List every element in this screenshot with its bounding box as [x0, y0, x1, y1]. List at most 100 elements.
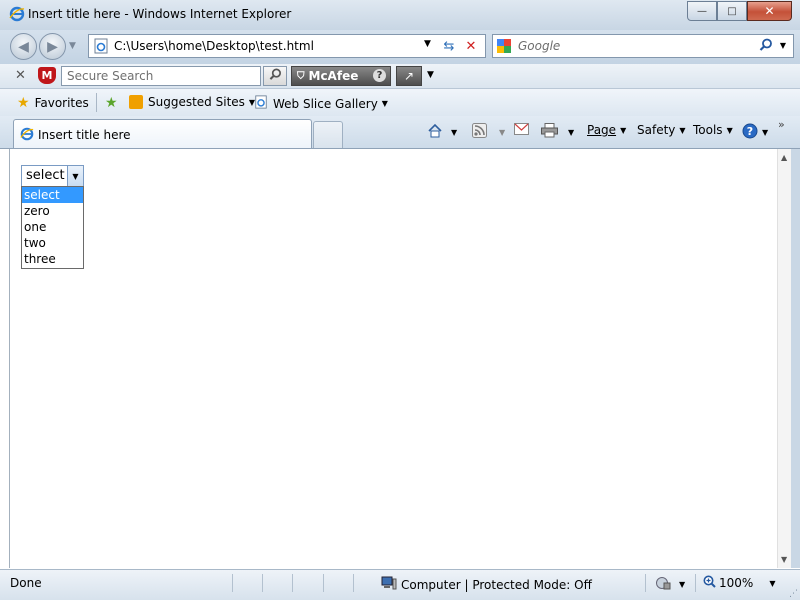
- address-dropdown-icon[interactable]: ▼: [424, 39, 431, 49]
- forward-arrow-icon: ▶: [47, 38, 58, 55]
- favorites-bar: ★ Favorites ★ Suggested Sites ▼ Web Slic…: [0, 89, 800, 116]
- protected-mode-button[interactable]: ▼: [655, 576, 685, 593]
- help-menu[interactable]: ? ▼: [742, 123, 768, 142]
- navigation-bar: ◀ ▶ ▼ C:\Users\home\Desktop\test.html ▼ …: [0, 30, 800, 64]
- chevron-down-icon: ▼: [620, 125, 627, 135]
- status-separator: [323, 574, 324, 592]
- refresh-icon[interactable]: ⇆: [439, 37, 459, 55]
- tab-label: Insert title here: [38, 128, 131, 142]
- favorites-button[interactable]: ★ Favorites: [17, 95, 89, 111]
- secure-search-button[interactable]: [263, 66, 287, 86]
- read-mail-button[interactable]: [514, 123, 529, 138]
- page-content: select ▼ select zero one two three: [9, 149, 778, 568]
- favorites-label: Favorites: [34, 96, 89, 110]
- suggested-sites-label: Suggested Sites: [148, 95, 245, 109]
- option-one[interactable]: one: [22, 219, 83, 235]
- print-button[interactable]: ▼: [541, 123, 574, 141]
- security-zone[interactable]: Computer | Protected Mode: Off: [381, 576, 592, 593]
- secure-search-placeholder: Secure Search: [67, 69, 154, 83]
- chevron-down-icon: ▼: [499, 127, 506, 137]
- page-icon: [93, 38, 109, 57]
- option-three[interactable]: three: [22, 251, 83, 267]
- status-bar: Done Computer | Protected Mode: Off ▼ 10…: [0, 569, 800, 600]
- tab-insert-title-here[interactable]: Insert title here: [13, 119, 312, 148]
- status-separator: [695, 574, 696, 592]
- search-box[interactable]: Google ▼: [492, 34, 794, 58]
- web-slice-gallery-link[interactable]: Web Slice Gallery ▼: [254, 95, 388, 112]
- page-menu-label: Page: [587, 123, 617, 137]
- safety-menu[interactable]: Safety ▼: [637, 123, 686, 137]
- chevron-down-icon: ▼: [568, 127, 575, 137]
- page-menu[interactable]: Page ▼: [587, 123, 626, 137]
- option-zero[interactable]: zero: [22, 203, 83, 219]
- chevron-down-icon: ▼: [679, 580, 686, 589]
- security-zone-label: Computer | Protected Mode: Off: [401, 577, 592, 592]
- web-slice-gallery-label: Web Slice Gallery: [273, 96, 378, 111]
- more-commands-chevron-icon[interactable]: »: [778, 118, 785, 131]
- computer-icon: [381, 576, 397, 593]
- tab-ie-icon: [20, 127, 34, 144]
- zoom-level: 100%: [719, 576, 754, 590]
- maximize-button[interactable]: □: [717, 1, 747, 21]
- back-button[interactable]: ◀: [10, 33, 37, 60]
- toolbar-close-icon[interactable]: ✕: [15, 68, 26, 83]
- rss-feed-icon: [472, 123, 487, 141]
- tools-menu-label: Tools: [693, 123, 723, 137]
- forward-button[interactable]: ▶: [39, 33, 66, 60]
- add-to-favorites-bar-button[interactable]: ★: [105, 95, 123, 111]
- option-select[interactable]: select: [22, 187, 83, 203]
- search-icon[interactable]: [759, 38, 773, 55]
- mcafee-toolbar: ✕ M Secure Search ⛉ McAfee ? ↗ ▼: [0, 64, 800, 89]
- close-button[interactable]: ✕: [747, 1, 792, 21]
- zoom-control[interactable]: 100% ▼: [703, 575, 775, 591]
- suggested-sites-link[interactable]: Suggested Sites ▼: [129, 95, 255, 109]
- ie-logo-icon: [9, 6, 25, 25]
- toolbar-dropdown-icon[interactable]: ▼: [427, 70, 434, 80]
- printer-icon: [541, 123, 558, 141]
- vertical-scrollbar[interactable]: ▲ ▼: [777, 149, 792, 568]
- secure-search-field[interactable]: Secure Search: [61, 66, 261, 86]
- dropdown-options-list: select zero one two three: [21, 186, 84, 269]
- mcafee-brand-button[interactable]: ⛉ McAfee ?: [291, 66, 391, 86]
- status-separator: [262, 574, 263, 592]
- resize-grip-icon[interactable]: ⋰: [789, 589, 798, 599]
- help-icon[interactable]: ?: [373, 69, 386, 82]
- new-tab-button[interactable]: [313, 121, 343, 148]
- minimize-button[interactable]: —: [687, 1, 717, 21]
- chevron-down-icon: ▼: [769, 578, 776, 588]
- suggested-sites-icon: [129, 95, 143, 109]
- title-bar: Insert title here - Windows Internet Exp…: [0, 0, 800, 30]
- help-icon: ?: [742, 123, 758, 142]
- search-options-dropdown[interactable]: ▼: [780, 41, 786, 50]
- search-icon: [269, 68, 282, 84]
- home-button[interactable]: ▼: [427, 123, 457, 142]
- address-input[interactable]: C:\Users\home\Desktop\test.html: [114, 39, 314, 53]
- feeds-button[interactable]: ▼: [472, 123, 505, 141]
- share-icon: ↗: [403, 69, 415, 83]
- scroll-down-icon[interactable]: ▼: [781, 555, 787, 564]
- favorites-star-icon: ★: [17, 95, 30, 111]
- mcafee-shield-icon: ⛉: [297, 70, 305, 82]
- scroll-up-icon[interactable]: ▲: [781, 153, 787, 162]
- status-separator: [232, 574, 233, 592]
- safety-menu-label: Safety: [637, 123, 676, 137]
- mcafee-brand-label: McAfee: [308, 69, 359, 83]
- globe-lock-icon: [655, 576, 671, 593]
- select-current-value: select: [26, 168, 65, 183]
- share-button[interactable]: ↗: [396, 66, 422, 86]
- window-frame-right: [791, 149, 800, 568]
- option-two[interactable]: two: [22, 235, 83, 251]
- address-bar[interactable]: C:\Users\home\Desktop\test.html ▼ ⇆ ✕: [88, 34, 486, 58]
- web-slice-icon: [254, 95, 268, 112]
- add-favorite-star-icon: ★: [105, 95, 118, 111]
- chevron-down-icon: ▼: [451, 128, 458, 137]
- zoom-magnifier-icon: [703, 575, 716, 591]
- tools-menu[interactable]: Tools ▼: [693, 123, 733, 137]
- dropdown-select[interactable]: select ▼: [21, 165, 84, 187]
- svg-text:?: ?: [747, 125, 753, 138]
- stop-icon[interactable]: ✕: [461, 37, 481, 55]
- search-input[interactable]: Google: [518, 39, 560, 53]
- mail-icon: [514, 123, 529, 138]
- select-arrow-icon[interactable]: ▼: [67, 166, 83, 186]
- recent-pages-dropdown[interactable]: ▼: [69, 41, 76, 51]
